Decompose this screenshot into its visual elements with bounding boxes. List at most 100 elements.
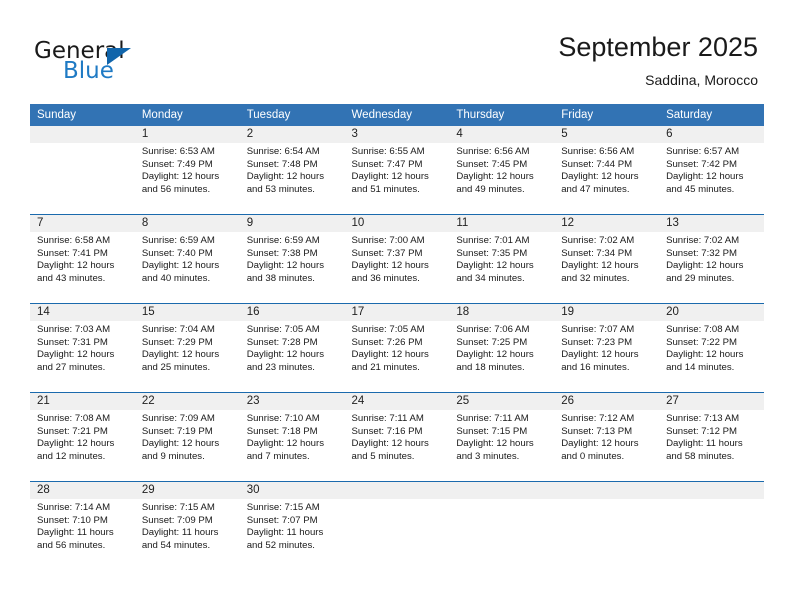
weekday-header-thursday: Thursday [449,104,555,126]
day-cell[interactable]: 23 Sunrise: 7:10 AM Sunset: 7:18 PM Dayl… [239,393,345,481]
day-cell[interactable]: 8 Sunrise: 6:59 AM Sunset: 7:40 PM Dayli… [134,215,240,303]
day-details: Sunrise: 7:05 AM Sunset: 7:26 PM Dayligh… [345,321,450,374]
day-cell[interactable]: 10 Sunrise: 7:00 AM Sunset: 7:37 PM Dayl… [344,215,450,303]
sunrise-text: Sunrise: 7:06 AM [456,324,530,335]
day-number: 22 [134,393,240,410]
day-cell[interactable]: 21 Sunrise: 7:08 AM Sunset: 7:21 PM Dayl… [30,393,135,481]
day-cell[interactable]: 19 Sunrise: 7:07 AM Sunset: 7:23 PM Dayl… [554,304,660,392]
day-cell[interactable]: 22 Sunrise: 7:09 AM Sunset: 7:19 PM Dayl… [134,393,240,481]
day-cell[interactable]: 26 Sunrise: 7:12 AM Sunset: 7:13 PM Dayl… [554,393,660,481]
day-number: 14 [30,304,135,321]
day-cell[interactable]: 2 Sunrise: 6:54 AM Sunset: 7:48 PM Dayli… [239,126,345,214]
day-cell[interactable]: 11 Sunrise: 7:01 AM Sunset: 7:35 PM Dayl… [449,215,555,303]
daylight-text-line1: Daylight: 12 hours [666,260,744,272]
sunset-text: Sunset: 7:13 PM [561,425,633,437]
day-details: Sunrise: 6:55 AM Sunset: 7:47 PM Dayligh… [345,143,450,196]
day-details: Sunrise: 7:08 AM Sunset: 7:22 PM Dayligh… [659,321,764,374]
day-cell[interactable]: 28 Sunrise: 7:14 AM Sunset: 7:10 PM Dayl… [30,482,135,570]
day-number: 5 [554,126,660,143]
sunrise-text: Sunrise: 7:04 AM [141,324,215,335]
calendar-grid: Sunday Monday Tuesday Wednesday Thursday… [30,104,764,570]
day-details [449,499,554,502]
daylight-text-line2: and 23 minutes. [246,361,315,373]
sunset-text: Sunset: 7:37 PM [351,247,423,259]
sunrise-text: Sunrise: 6:59 AM [141,235,215,246]
day-cell[interactable]: 9 Sunrise: 6:59 AM Sunset: 7:38 PM Dayli… [239,215,345,303]
page-subtitle-location: Saddina, Morocco [645,72,758,88]
day-cell[interactable]: 3 Sunrise: 6:55 AM Sunset: 7:47 PM Dayli… [344,126,450,214]
day-cell[interactable]: 24 Sunrise: 7:11 AM Sunset: 7:16 PM Dayl… [344,393,450,481]
day-cell[interactable]: 12 Sunrise: 7:02 AM Sunset: 7:34 PM Dayl… [554,215,660,303]
daylight-text-line1: Daylight: 11 hours [246,527,324,539]
sunrise-text: Sunrise: 7:05 AM [246,324,320,335]
general-blue-logo[interactable]: General Blue [34,38,214,88]
day-details: Sunrise: 7:03 AM Sunset: 7:31 PM Dayligh… [30,321,135,374]
sunset-text: Sunset: 7:35 PM [456,247,528,259]
sunrise-text: Sunrise: 6:53 AM [141,146,215,157]
day-cell[interactable]: 4 Sunrise: 6:56 AM Sunset: 7:45 PM Dayli… [449,126,555,214]
day-cell[interactable]: 15 Sunrise: 7:04 AM Sunset: 7:29 PM Dayl… [134,304,240,392]
day-cell[interactable]: 5 Sunrise: 6:56 AM Sunset: 7:44 PM Dayli… [554,126,660,214]
sunset-text: Sunset: 7:34 PM [561,247,633,259]
day-cell[interactable]: 17 Sunrise: 7:05 AM Sunset: 7:26 PM Dayl… [344,304,450,392]
day-cell[interactable]: 30 Sunrise: 7:15 AM Sunset: 7:07 PM Dayl… [239,482,345,570]
day-number: 24 [344,393,450,410]
daylight-text-line2: and 47 minutes. [561,183,630,195]
weekday-header-wednesday: Wednesday [344,104,450,126]
day-details: Sunrise: 7:06 AM Sunset: 7:25 PM Dayligh… [449,321,554,374]
day-cell[interactable]: 25 Sunrise: 7:11 AM Sunset: 7:15 PM Dayl… [449,393,555,481]
day-details: Sunrise: 7:00 AM Sunset: 7:37 PM Dayligh… [345,232,450,285]
day-details: Sunrise: 7:11 AM Sunset: 7:16 PM Dayligh… [345,410,450,463]
sunrise-text: Sunrise: 7:11 AM [456,413,529,424]
daylight-text-line2: and 0 minutes. [561,450,625,462]
day-cell[interactable]: 20 Sunrise: 7:08 AM Sunset: 7:22 PM Dayl… [659,304,764,392]
daylight-text-line2: and 16 minutes. [561,361,630,373]
day-cell[interactable] [449,482,555,570]
sunrise-text: Sunrise: 7:13 AM [666,413,740,424]
daylight-text-line1: Daylight: 12 hours [456,260,534,272]
day-cell[interactable]: 14 Sunrise: 7:03 AM Sunset: 7:31 PM Dayl… [30,304,135,392]
day-number: 20 [659,304,764,321]
daylight-text-line2: and 45 minutes. [666,183,735,195]
sunset-text: Sunset: 7:15 PM [456,425,528,437]
daylight-text-line2: and 9 minutes. [141,450,205,462]
day-details: Sunrise: 7:02 AM Sunset: 7:32 PM Dayligh… [659,232,764,285]
day-cell[interactable] [30,126,135,214]
sunrise-text: Sunrise: 7:02 AM [666,235,740,246]
day-details: Sunrise: 7:13 AM Sunset: 7:12 PM Dayligh… [659,410,764,463]
day-cell[interactable]: 16 Sunrise: 7:05 AM Sunset: 7:28 PM Dayl… [239,304,345,392]
daylight-text-line2: and 36 minutes. [351,272,420,284]
sunrise-text: Sunrise: 7:00 AM [351,235,425,246]
sunset-text: Sunset: 7:38 PM [246,247,318,259]
day-cell[interactable]: 29 Sunrise: 7:15 AM Sunset: 7:09 PM Dayl… [134,482,240,570]
day-cell[interactable]: 7 Sunrise: 6:58 AM Sunset: 7:41 PM Dayli… [30,215,135,303]
daylight-text-line2: and 40 minutes. [141,272,211,284]
daylight-text-line1: Daylight: 12 hours [561,171,639,183]
day-cell[interactable] [344,482,450,570]
daylight-text-line1: Daylight: 11 hours [37,527,114,539]
daylight-text-line2: and 27 minutes. [37,361,106,373]
day-number: 8 [134,215,240,232]
day-details: Sunrise: 6:59 AM Sunset: 7:40 PM Dayligh… [135,232,240,285]
daylight-text-line2: and 54 minutes. [141,539,211,551]
daylight-text-line2: and 56 minutes. [37,539,106,551]
day-cell[interactable]: 18 Sunrise: 7:06 AM Sunset: 7:25 PM Dayl… [449,304,555,392]
sunrise-text: Sunrise: 6:56 AM [561,146,635,157]
calendar-week-row: 1 Sunrise: 6:53 AM Sunset: 7:49 PM Dayli… [30,126,764,214]
sunrise-text: Sunrise: 6:56 AM [456,146,530,157]
sunset-text: Sunset: 7:25 PM [456,336,528,348]
day-cell[interactable]: 27 Sunrise: 7:13 AM Sunset: 7:12 PM Dayl… [659,393,764,481]
day-cell[interactable] [554,482,660,570]
day-number: 15 [134,304,240,321]
weekday-header-friday: Friday [554,104,660,126]
day-cell[interactable]: 1 Sunrise: 6:53 AM Sunset: 7:49 PM Dayli… [134,126,240,214]
daylight-text-line1: Daylight: 12 hours [351,349,429,361]
day-cell[interactable]: 6 Sunrise: 6:57 AM Sunset: 7:42 PM Dayli… [659,126,764,214]
day-cell[interactable]: 13 Sunrise: 7:02 AM Sunset: 7:32 PM Dayl… [659,215,764,303]
day-details: Sunrise: 7:05 AM Sunset: 7:28 PM Dayligh… [240,321,345,374]
daylight-text-line1: Daylight: 12 hours [246,171,325,183]
sunset-text: Sunset: 7:16 PM [351,425,423,437]
daylight-text-line1: Daylight: 12 hours [141,438,220,450]
day-cell[interactable] [659,482,764,570]
day-details: Sunrise: 7:02 AM Sunset: 7:34 PM Dayligh… [554,232,659,285]
